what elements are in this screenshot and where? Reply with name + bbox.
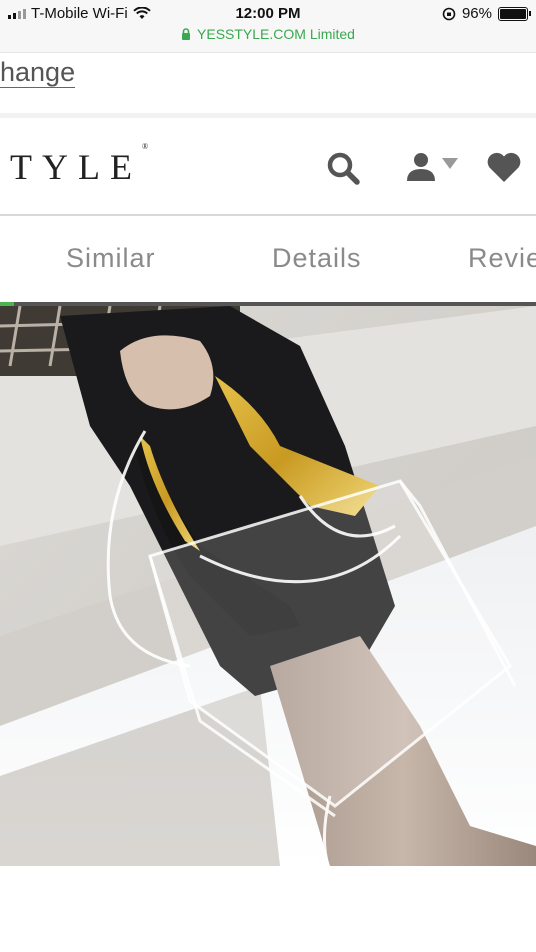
change-link[interactable]: hange — [0, 57, 76, 88]
page-footer-area — [0, 866, 536, 952]
rotation-lock-icon — [442, 7, 456, 20]
lock-icon — [182, 28, 191, 40]
heart-icon[interactable] — [486, 151, 522, 183]
status-bar: T-Mobile Wi-Fi 12:00 PM 96% YESSTYLE.COM… — [0, 0, 536, 53]
site-header: TYLE® — [0, 118, 536, 216]
tab-details[interactable]: Details — [272, 243, 362, 274]
account-icon[interactable] — [406, 152, 436, 182]
caret-down-icon[interactable] — [442, 158, 458, 170]
tab-reviews[interactable]: Revie — [468, 243, 536, 274]
change-bar: hange — [0, 53, 536, 113]
site-logo[interactable]: TYLE® — [10, 142, 148, 188]
product-tabs: Similar Details Revie — [0, 216, 536, 302]
product-image[interactable] — [0, 306, 536, 866]
battery-icon — [498, 6, 531, 21]
logo-mark: ® — [141, 142, 149, 151]
url-bar[interactable]: YESSTYLE.COM Limited — [0, 26, 536, 42]
logo-text: TYLE — [10, 147, 142, 187]
tab-similar[interactable]: Similar — [66, 243, 156, 274]
battery-percent: 96% — [461, 5, 492, 22]
status-right: 96% — [442, 5, 531, 22]
url-text: YESSTYLE.COM Limited — [197, 26, 355, 42]
product-photo-illustration — [0, 306, 536, 866]
search-icon[interactable] — [326, 151, 360, 185]
